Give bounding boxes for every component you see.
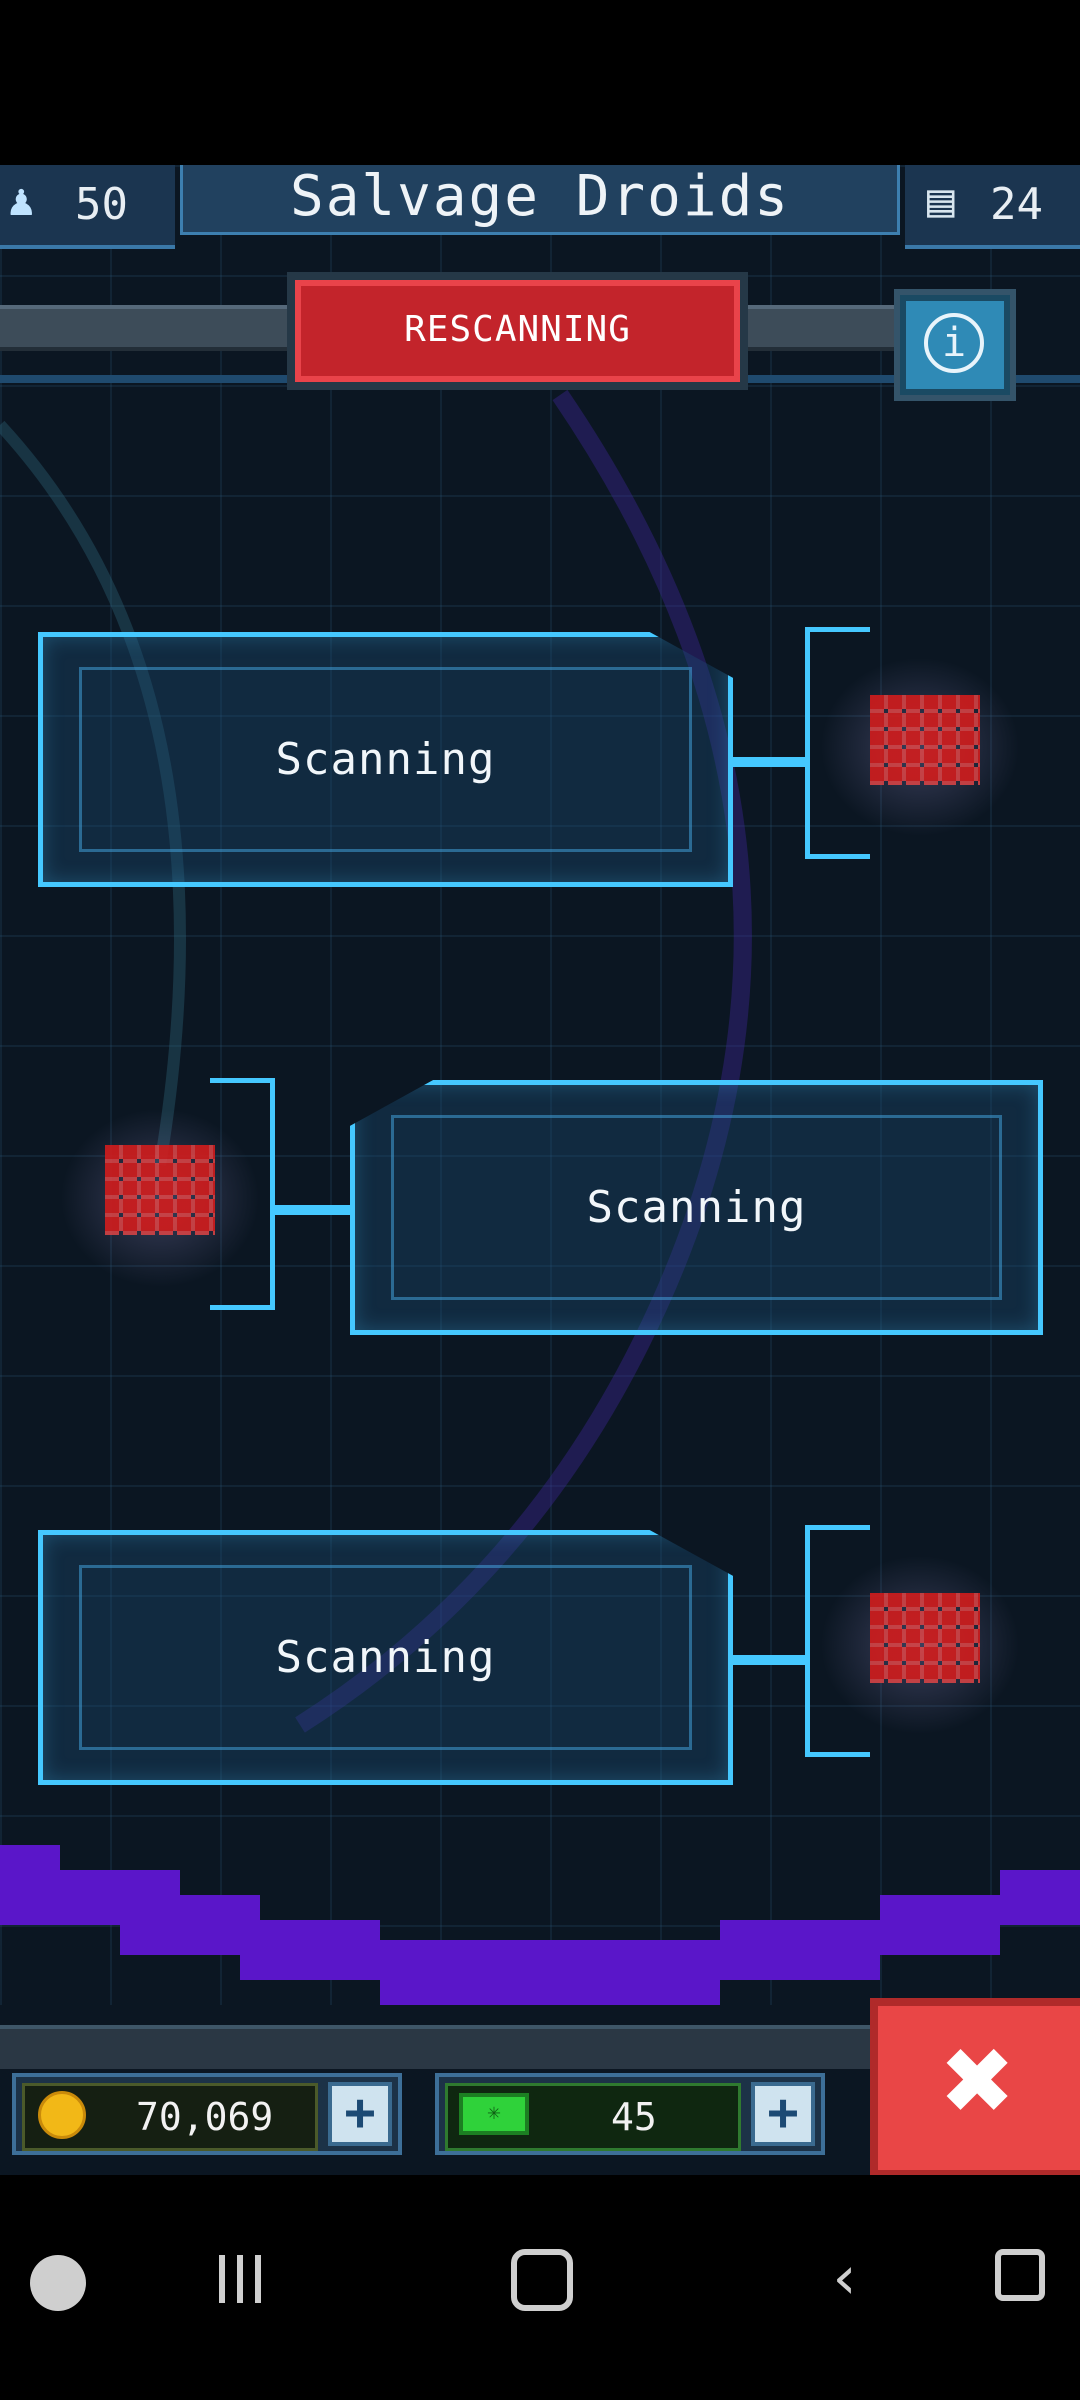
salvage-droid-icon (870, 695, 980, 785)
storage-count: 24 (990, 179, 1043, 230)
back-icon[interactable]: ‹ (795, 2243, 895, 2313)
game-launcher-icon[interactable] (8, 2255, 108, 2311)
slot-connector (733, 1655, 808, 1665)
left-pipe (0, 305, 300, 351)
salvage-slot-2[interactable]: Scanning (350, 1080, 1043, 1335)
gem-amount: 45 (611, 2095, 657, 2139)
storage-icon: ▤ (927, 173, 955, 227)
coin-icon (38, 2091, 86, 2139)
page-title: Salvage Droids (180, 165, 900, 235)
salvage-slot-3[interactable]: Scanning (38, 1530, 733, 1785)
crew-icon: ♟ (8, 175, 35, 226)
crew-panel: ♟ 50 (0, 165, 175, 249)
recent-apps-icon[interactable] (190, 2255, 290, 2303)
slot-status: Scanning (586, 1182, 807, 1233)
add-gems-button[interactable]: + (751, 2082, 815, 2146)
info-button[interactable]: i (900, 295, 1010, 395)
game-screen: ♟ 50 Salvage Droids ▤ 24 RESCANNING i Sc… (0, 165, 1080, 2175)
slot-connector (272, 1205, 352, 1215)
storage-panel: ▤ 24 (905, 165, 1080, 249)
gem-icon: ✳ (459, 2093, 529, 2135)
add-coins-button[interactable]: + (328, 2082, 392, 2146)
gem-panel: ✳ 45 + (435, 2073, 825, 2155)
rescan-button[interactable]: RESCANNING (295, 280, 740, 382)
system-nav-bar: ‹ (0, 2175, 1080, 2400)
salvage-droid-icon (870, 1593, 980, 1683)
slot-connector (733, 757, 808, 767)
coin-panel: 70,069 + (12, 2073, 402, 2155)
info-icon: i (924, 313, 984, 373)
salvage-droid-icon (105, 1145, 215, 1235)
right-pipe (740, 305, 910, 351)
touch-lock-icon[interactable] (970, 2249, 1070, 2301)
slot-status: Scanning (275, 1632, 496, 1683)
coin-amount: 70,069 (136, 2095, 274, 2139)
close-button[interactable]: ✖ (870, 1998, 1080, 2178)
home-icon[interactable] (492, 2249, 592, 2311)
crew-count: 50 (75, 179, 128, 230)
slot-status: Scanning (275, 734, 496, 785)
salvage-slot-1[interactable]: Scanning (38, 632, 733, 887)
